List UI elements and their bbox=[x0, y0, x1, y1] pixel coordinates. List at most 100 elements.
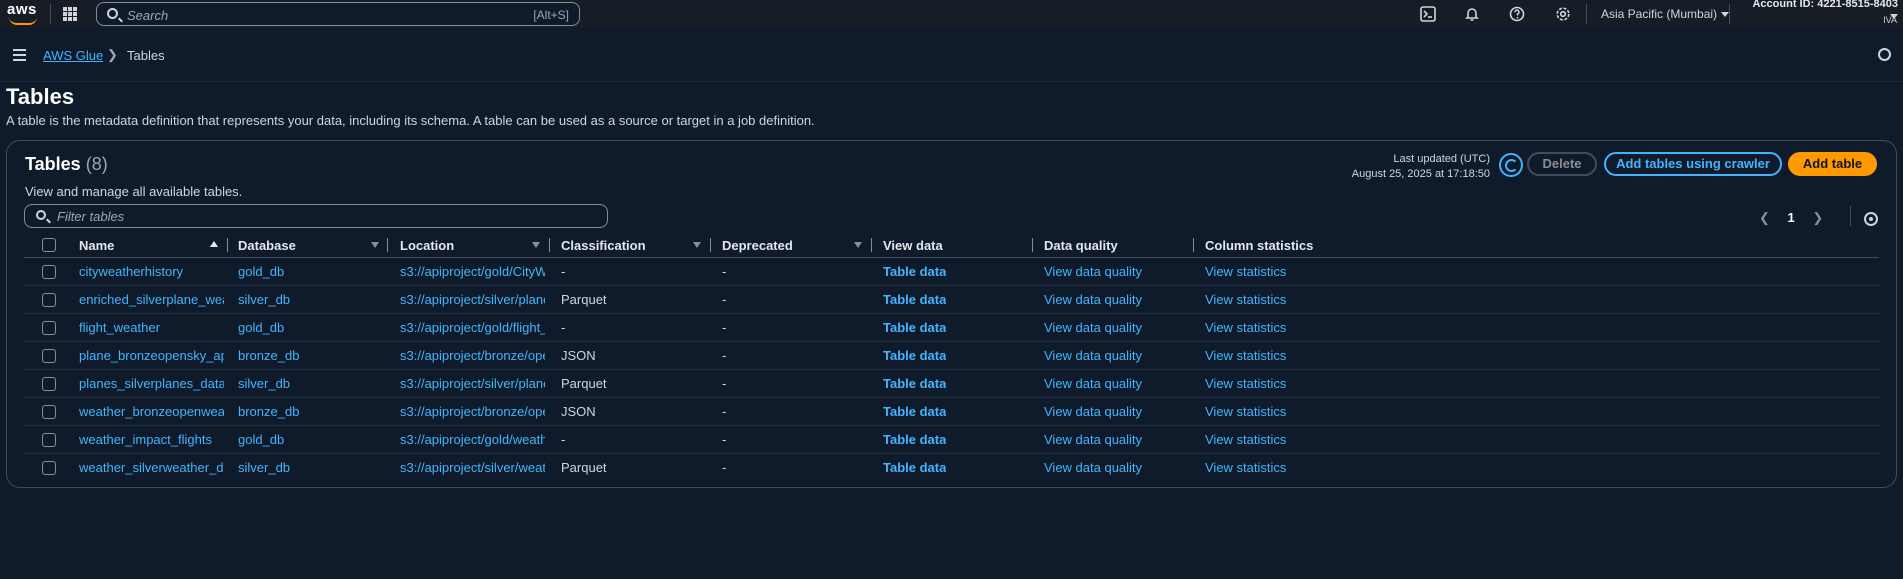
row-checkbox[interactable] bbox=[42, 293, 56, 307]
view-data-quality-link[interactable]: View data quality bbox=[1044, 432, 1142, 447]
column-header-classification[interactable]: Classification bbox=[561, 238, 646, 253]
location-link[interactable]: s3://apiproject/gold/weather_i bbox=[400, 432, 545, 447]
menu-hamburger-icon[interactable] bbox=[13, 49, 26, 61]
row-checkbox[interactable] bbox=[42, 265, 56, 279]
help-icon[interactable] bbox=[1509, 6, 1525, 22]
breadcrumb-aws-glue[interactable]: AWS Glue bbox=[43, 48, 103, 63]
settings-gear-icon[interactable] bbox=[1555, 6, 1571, 22]
table-name-link[interactable]: weather_impact_flights bbox=[79, 432, 224, 447]
table-data-link[interactable]: Table data bbox=[883, 376, 946, 391]
row-checkbox[interactable] bbox=[42, 405, 56, 419]
view-statistics-link[interactable]: View statistics bbox=[1205, 376, 1286, 391]
chevron-right-icon[interactable]: ❯ bbox=[1812, 210, 1823, 225]
column-divider[interactable] bbox=[549, 238, 550, 252]
column-header-location[interactable]: Location bbox=[400, 238, 454, 253]
location-link[interactable]: s3://apiproject/silver/planes_da bbox=[400, 376, 545, 391]
aws-logo[interactable]: aws bbox=[6, 1, 40, 27]
sort-icon[interactable] bbox=[532, 242, 540, 248]
location-link[interactable]: s3://apiproject/gold/CityWeath bbox=[400, 264, 545, 279]
database-link[interactable]: silver_db bbox=[238, 376, 378, 391]
database-link[interactable]: silver_db bbox=[238, 460, 378, 475]
table-preferences-gear-icon[interactable] bbox=[1864, 212, 1878, 226]
table-name-link[interactable]: cityweatherhistory bbox=[79, 264, 224, 279]
delete-button[interactable]: Delete bbox=[1527, 152, 1597, 176]
row-checkbox[interactable] bbox=[42, 433, 56, 447]
sort-icon[interactable] bbox=[693, 242, 701, 248]
view-statistics-link[interactable]: View statistics bbox=[1205, 460, 1286, 475]
table-name-link[interactable]: planes_silverplanes_data bbox=[79, 376, 224, 391]
view-data-quality-link[interactable]: View data quality bbox=[1044, 348, 1142, 363]
sort-ascending-icon[interactable] bbox=[210, 241, 218, 247]
select-all-checkbox[interactable] bbox=[42, 238, 56, 252]
row-checkbox[interactable] bbox=[42, 349, 56, 363]
view-data-quality-link[interactable]: View data quality bbox=[1044, 264, 1142, 279]
view-data-quality-link[interactable]: View data quality bbox=[1044, 404, 1142, 419]
services-grid-icon[interactable] bbox=[63, 7, 77, 21]
column-divider[interactable] bbox=[871, 238, 872, 252]
notifications-bell-icon[interactable] bbox=[1464, 6, 1480, 22]
column-divider[interactable] bbox=[710, 238, 711, 252]
database-link[interactable]: gold_db bbox=[238, 432, 378, 447]
table-name-link[interactable]: weather_bronzeopenweather_a bbox=[79, 404, 224, 419]
help-panel-icon[interactable] bbox=[1878, 48, 1891, 61]
column-divider[interactable] bbox=[1193, 238, 1194, 252]
database-link[interactable]: silver_db bbox=[238, 292, 378, 307]
table-data-link[interactable]: Table data bbox=[883, 292, 946, 307]
database-link[interactable]: gold_db bbox=[238, 264, 378, 279]
column-header-database[interactable]: Database bbox=[238, 238, 296, 253]
sort-icon[interactable] bbox=[854, 242, 862, 248]
add-table-button[interactable]: Add table bbox=[1788, 152, 1877, 176]
table-data-link[interactable]: Table data bbox=[883, 320, 946, 335]
database-link[interactable]: bronze_db bbox=[238, 348, 378, 363]
column-header-name[interactable]: Name bbox=[79, 238, 114, 253]
global-search-input[interactable]: Search [Alt+S] bbox=[96, 2, 580, 26]
view-data-quality-link[interactable]: View data quality bbox=[1044, 376, 1142, 391]
location-link[interactable]: s3://apiproject/silver/weather_ bbox=[400, 460, 545, 475]
table-name-link[interactable]: enriched_silverplane_weather_e bbox=[79, 292, 224, 307]
cloudshell-icon[interactable] bbox=[1420, 6, 1436, 22]
chevron-left-icon[interactable]: ❮ bbox=[1759, 210, 1770, 225]
view-statistics-link[interactable]: View statistics bbox=[1205, 320, 1286, 335]
table-name-link[interactable]: weather_silverweather_data bbox=[79, 460, 224, 475]
table-row: weather_bronzeopenweather_a bronze_db s3… bbox=[24, 398, 1879, 426]
filter-tables-input[interactable] bbox=[57, 208, 597, 224]
row-checkbox[interactable] bbox=[42, 377, 56, 391]
view-statistics-link[interactable]: View statistics bbox=[1205, 264, 1286, 279]
view-data-quality-link[interactable]: View data quality bbox=[1044, 292, 1142, 307]
page-number[interactable]: 1 bbox=[1788, 210, 1795, 225]
database-link[interactable]: bronze_db bbox=[238, 404, 378, 419]
row-checkbox[interactable] bbox=[42, 461, 56, 475]
view-statistics-link[interactable]: View statistics bbox=[1205, 348, 1286, 363]
column-divider[interactable] bbox=[1032, 238, 1033, 252]
table-name-link[interactable]: plane_bronzeopensky_api bbox=[79, 348, 224, 363]
database-link[interactable]: gold_db bbox=[238, 320, 378, 335]
column-divider[interactable] bbox=[227, 238, 228, 252]
location-link[interactable]: s3://apiproject/gold/flight_wea bbox=[400, 320, 545, 335]
column-divider[interactable] bbox=[387, 238, 388, 252]
location-link[interactable]: s3://apiproject/bronze/openwe bbox=[400, 404, 545, 419]
table-data-link[interactable]: Table data bbox=[883, 460, 946, 475]
account-menu[interactable]: Account ID: 4221-8515-8403 bbox=[1740, 0, 1898, 22]
location-link[interactable]: s3://apiproject/bronze/opensky bbox=[400, 348, 545, 363]
view-statistics-link[interactable]: View statistics bbox=[1205, 292, 1286, 307]
view-data-quality-link[interactable]: View data quality bbox=[1044, 320, 1142, 335]
table-data-link[interactable]: Table data bbox=[883, 264, 946, 279]
row-checkbox[interactable] bbox=[42, 321, 56, 335]
view-statistics-link[interactable]: View statistics bbox=[1205, 432, 1286, 447]
account-id: Account ID: 4221-8515-8403 bbox=[1752, 0, 1898, 10]
top-navigation: aws Search [Alt+S] Asia Pacific (Mumbai)… bbox=[0, 0, 1903, 28]
region-selector[interactable]: Asia Pacific (Mumbai) bbox=[1601, 7, 1730, 21]
refresh-icon[interactable] bbox=[1499, 153, 1523, 177]
last-updated-value: August 25, 2025 at 17:18:50 bbox=[1351, 168, 1490, 180]
table-name-link[interactable]: flight_weather bbox=[79, 320, 224, 335]
table-data-link[interactable]: Table data bbox=[883, 432, 946, 447]
filter-tables-field[interactable] bbox=[24, 204, 608, 228]
sort-icon[interactable] bbox=[371, 242, 379, 248]
view-statistics-link[interactable]: View statistics bbox=[1205, 404, 1286, 419]
location-link[interactable]: s3://apiproject/silver/plane_we bbox=[400, 292, 545, 307]
add-tables-crawler-button[interactable]: Add tables using crawler bbox=[1604, 152, 1782, 176]
column-header-deprecated[interactable]: Deprecated bbox=[722, 238, 793, 253]
table-data-link[interactable]: Table data bbox=[883, 348, 946, 363]
view-data-quality-link[interactable]: View data quality bbox=[1044, 460, 1142, 475]
table-data-link[interactable]: Table data bbox=[883, 404, 946, 419]
